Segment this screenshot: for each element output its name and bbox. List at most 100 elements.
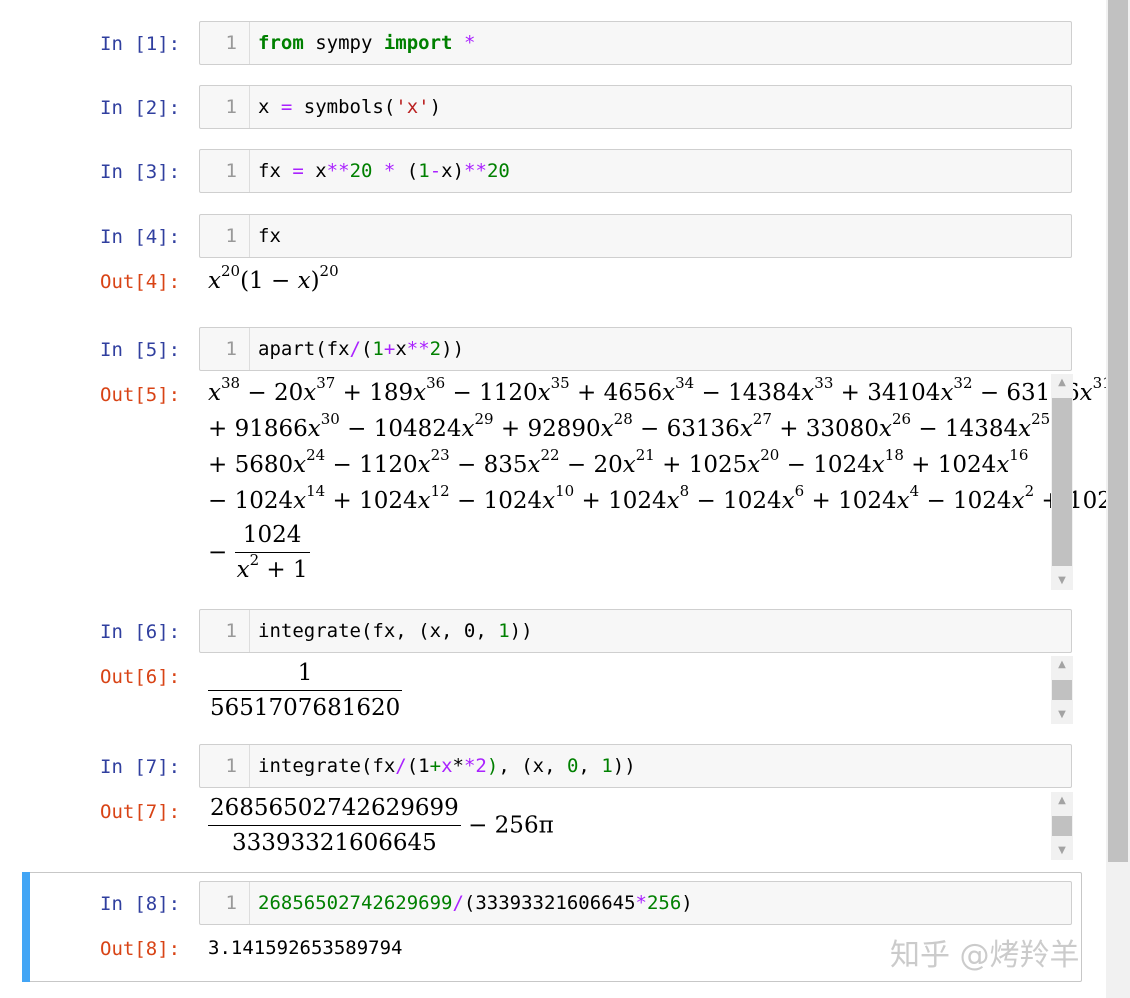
notebook: In [1]: 1 from sympy import * In [2]: 1 … (0, 0, 1127, 998)
code-token: ** (464, 160, 487, 182)
selected-cell-indicator (22, 872, 30, 982)
output-6: 1 5651707681620 (208, 660, 403, 721)
line-number: 1 (200, 22, 250, 64)
code-token: ) (429, 96, 442, 118)
page-scrollbar-thumb[interactable] (1108, 0, 1128, 862)
code-token: = (292, 160, 304, 182)
scrollbar-thumb[interactable] (1052, 816, 1072, 836)
scrollbar-thumb[interactable] (1052, 680, 1072, 700)
code-token: / (349, 338, 361, 360)
code-token: x (441, 755, 453, 777)
code-input-1[interactable]: 1 from sympy import * (199, 21, 1072, 65)
code-token: 1 (498, 620, 510, 642)
line-number: 1 (200, 882, 250, 924)
in-prompt-5: In [5]: (100, 339, 181, 361)
triangle-up-icon[interactable]: ▲ (1051, 656, 1073, 674)
out-prompt-4: Out[4]: (100, 271, 181, 293)
code-token: - (429, 160, 442, 182)
out-prompt-5: Out[5]: (100, 384, 181, 406)
code-token: 1 (418, 160, 430, 182)
output-5-line-5: − 1024 x2 + 1 (208, 522, 310, 583)
line-number: 1 (200, 745, 250, 787)
code-token: ** (326, 160, 350, 182)
in-prompt-3: In [3]: (100, 161, 181, 183)
code-token: (33393321606645 (463, 892, 636, 914)
code-input-8[interactable]: 1 26856502742629699/(33393321606645*256) (199, 881, 1072, 925)
code-token: 20 (349, 160, 373, 182)
code-token: / (452, 892, 464, 914)
code-input-3[interactable]: 1 fx = x**20 * (1-x)**20 (199, 149, 1072, 193)
code-token: ** (406, 338, 430, 360)
output-5-line-1: x38 − 20x37 + 189x36 − 1120x35 + 4656x34… (208, 374, 1112, 406)
code-token: *2 (463, 755, 487, 777)
code-input-5[interactable]: 1 apart(fx/(1+x**2)) (199, 327, 1072, 371)
code-token: sympy (303, 32, 384, 54)
code-input-2[interactable]: 1 x = symbols('x') (199, 85, 1072, 129)
code-token: * (383, 160, 396, 182)
code-token: integrate(fx, (x, 0, (258, 620, 499, 642)
output-4: x20(1 − x)20 (208, 262, 339, 294)
fraction: 1 5651707681620 (208, 660, 403, 721)
output-scrollbar-6[interactable]: ▲ ▼ (1051, 656, 1073, 724)
page-scrollbar[interactable] (1106, 0, 1130, 998)
line-number: 1 (200, 215, 250, 257)
code-token: 1 (601, 755, 613, 777)
code-token: 26856502742629699 (258, 892, 453, 914)
code-token: ) (681, 892, 693, 914)
code-token: fx (258, 160, 293, 182)
code-text-6: integrate(fx, (x, 0, 1)) (258, 610, 533, 652)
triangle-up-icon[interactable]: ▲ (1051, 374, 1073, 392)
line-number: 1 (200, 610, 250, 652)
code-token: )) (612, 755, 636, 777)
output-5-line-2: + 91866x30 − 104824x29 + 92890x28 − 6313… (208, 410, 1051, 442)
code-token: symbols( (292, 96, 396, 118)
code-token: (1 (406, 755, 430, 777)
code-token: 256 (646, 892, 682, 914)
in-prompt-8: In [8]: (100, 893, 181, 915)
code-input-4[interactable]: 1 fx (199, 214, 1072, 258)
in-prompt-2: In [2]: (100, 97, 181, 119)
code-text-1: from sympy import * (258, 22, 475, 64)
line-number: 1 (200, 328, 250, 370)
line-number: 1 (200, 150, 250, 192)
code-text-7: integrate(fx/(1+x**2), (x, 0, 1)) (258, 745, 636, 787)
triangle-down-icon[interactable]: ▼ (1051, 842, 1073, 860)
code-token: 2 (429, 338, 442, 360)
code-token: x (303, 160, 327, 182)
triangle-down-icon[interactable]: ▼ (1051, 706, 1073, 724)
in-prompt-6: In [6]: (100, 621, 181, 643)
code-token: + (429, 755, 442, 777)
code-token: x (258, 96, 281, 118)
output-scrollbar-7[interactable]: ▲ ▼ (1051, 792, 1073, 860)
triangle-up-icon[interactable]: ▲ (1051, 792, 1073, 810)
in-prompt-1: In [1]: (100, 33, 181, 55)
fraction: 1024 x2 + 1 (234, 522, 310, 583)
scrollbar-thumb[interactable] (1052, 398, 1072, 566)
code-token: = (280, 96, 293, 118)
code-token: )) (441, 338, 465, 360)
triangle-down-icon[interactable]: ▼ (1051, 572, 1073, 590)
code-input-6[interactable]: 1 integrate(fx, (x, 0, 1)) (199, 609, 1072, 653)
output-5-line-4: − 1024x14 + 1024x12 − 1024x10 + 1024x8 −… (208, 482, 1127, 514)
fraction: 26856502742629699 33393321606645 (208, 795, 461, 856)
output-scrollbar-5[interactable]: ▲ ▼ (1051, 374, 1073, 590)
code-token: )) (509, 620, 533, 642)
code-token: ( (395, 160, 419, 182)
line-number: 1 (200, 86, 250, 128)
code-token: 20 (486, 160, 510, 182)
code-input-7[interactable]: 1 integrate(fx/(1+x**2), (x, 0, 1)) (199, 744, 1072, 788)
code-token: apart(fx (258, 338, 350, 360)
code-token: 1 (372, 338, 384, 360)
code-token: * (463, 32, 476, 54)
code-text-3: fx = x**20 * (1-x)**20 (258, 150, 510, 192)
code-token: integrate(fx (258, 755, 396, 777)
in-prompt-7: In [7]: (100, 756, 181, 778)
code-token: , (x, (498, 755, 567, 777)
code-text-2: x = symbols('x') (258, 86, 441, 128)
code-token: ( (360, 338, 373, 360)
out-prompt-6: Out[6]: (100, 666, 181, 688)
output-8: 3.141592653589794 (208, 937, 403, 959)
watermark: 知乎 @烤羚羊 (890, 938, 1080, 973)
out-prompt-8: Out[8]: (100, 938, 181, 960)
